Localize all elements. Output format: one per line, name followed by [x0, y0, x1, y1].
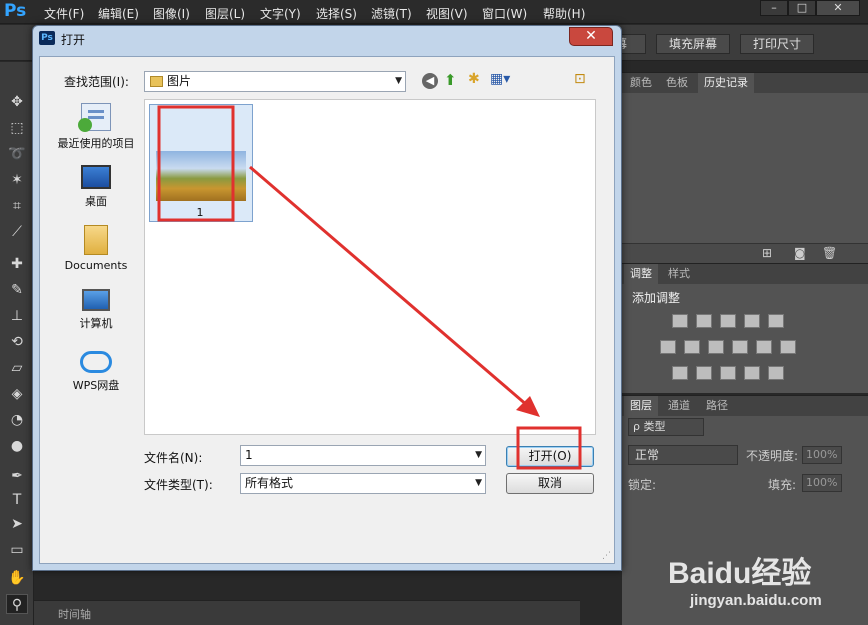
annotation-box-open [516, 426, 582, 470]
annotation-box-file [157, 105, 235, 222]
photoshop-window: Ps 文件(F) 编辑(E) 图像(I) 图层(L) 文字(Y) 选择(S) 滤… [0, 0, 868, 625]
annotation-arrow-line [249, 165, 529, 408]
baidu-watermark: Baidu经验 jingyan.baidu.com [668, 530, 868, 625]
watermark-brand: Baidu经验 [668, 557, 812, 590]
watermark-url: jingyan.baidu.com [690, 592, 822, 609]
